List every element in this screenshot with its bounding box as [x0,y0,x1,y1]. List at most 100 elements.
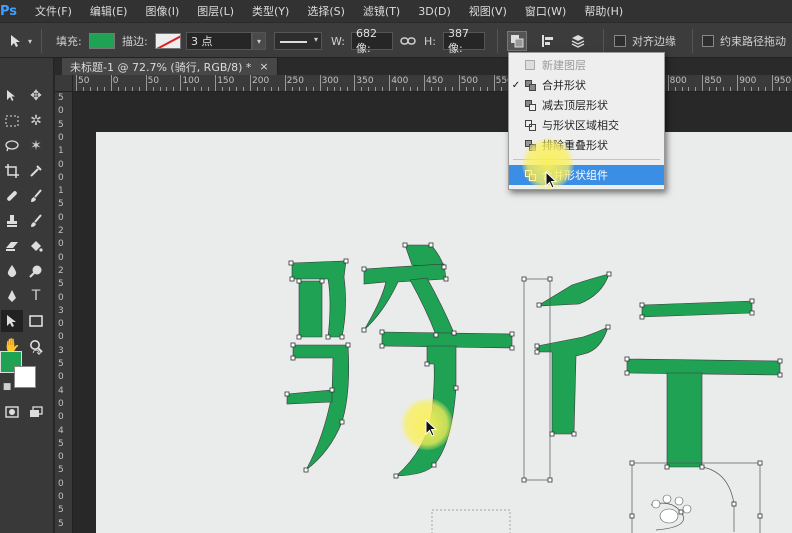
menu-view[interactable]: 视图(V) [460,3,516,19]
ruler-tick [479,87,481,91]
menu-layer[interactable]: 图层(L) [188,3,243,19]
constrain-path-checkbox[interactable] [702,35,714,47]
ruler-label: 350 [356,76,374,86]
stroke-type-picker[interactable]: ▾ [274,32,322,50]
move-arrows-icon[interactable]: ✥ [25,85,47,107]
ruler-tick [110,75,112,91]
ruler-label: 0 [58,478,64,489]
tool-preset-picker[interactable]: ▾ [6,23,32,59]
clone-stamp-icon[interactable] [1,210,23,232]
menu-3d[interactable]: 3D(D) [409,5,460,18]
path-selection-tool-icon[interactable] [1,310,23,332]
path-alignment-icon[interactable] [538,31,558,51]
screen-mode-icon[interactable] [25,401,47,423]
menu-image[interactable]: 图像(I) [136,3,188,19]
brush-tool-icon[interactable] [25,185,47,207]
move-tool-icon[interactable] [1,85,23,107]
close-tab-icon[interactable]: × [259,60,268,73]
paint-bucket-icon[interactable] [25,235,47,257]
height-field[interactable]: 387 像: [443,27,485,55]
ruler-tick [389,75,391,91]
ruler-tick [354,75,356,91]
menu-item-label: 新建图层 [542,59,586,72]
artwork-layer[interactable]: 骑 [96,132,792,533]
path-arrangement-icon[interactable] [568,31,588,51]
ruler-label: 0 [58,319,64,330]
ruler-label: 250 [286,76,304,86]
menu-window[interactable]: 窗口(W) [516,3,575,19]
ruler-label: 5 [58,518,64,529]
quick-mask-icon[interactable] [1,401,23,423]
ruler-tick [284,75,286,91]
default-colors-icon[interactable]: ■ [0,380,14,394]
ruler-tick [215,75,217,91]
ruler-label: 5 [58,93,64,103]
width-field[interactable]: 682 像: [351,27,393,55]
vertical-ruler[interactable]: 5 0 5 0 1 0 0 1 5 0 2 0 0 2 5 0 3 0 0 3 5 0 4 0 0 4 5 0 5 0 0 5 5 [55,92,73,533]
merge-shapes-icon [525,79,537,91]
ruler-tick [256,87,258,91]
ruler-tick [403,87,405,91]
stroke-width-field[interactable]: 3 点 [186,32,252,50]
path-operations-icon[interactable] [507,31,527,51]
menu-filter[interactable]: 滤镜(T) [354,3,409,19]
ruler-tick [486,87,488,91]
ruler-label: 850 [704,76,722,86]
blur-tool-icon[interactable] [1,260,23,282]
xing-mid-bar [626,358,781,376]
ruler-tick [702,75,704,91]
magic-wand-icon[interactable]: ✲ [25,110,47,132]
stroke-width-dropdown[interactable]: ▾ [252,32,266,50]
width-label: W: [331,34,345,48]
horizontal-ruler[interactable]: 5005010015020025030035040045050055060065… [73,75,792,92]
healing-brush-icon[interactable] [1,185,23,207]
ruler-origin[interactable] [55,75,73,92]
crop-tool-icon[interactable] [1,160,23,182]
stroke-swatch[interactable] [155,33,181,49]
swap-colors-icon[interactable]: ↷ [30,346,44,360]
menu-select[interactable]: 选择(S) [298,3,354,19]
ruler-tick [730,87,732,91]
menu-item-new-layer[interactable]: 新建图层 [509,55,664,75]
ruler-label: 0 [58,492,64,502]
shape-group-xing[interactable] [536,273,781,468]
dodge-tool-icon[interactable] [25,260,47,282]
document-tab[interactable]: 未标题-1 @ 72.7% (骑行, RGB/8) * × [62,58,278,75]
eyedropper-tool-icon[interactable] [25,160,47,182]
anchor-points[interactable] [284,242,783,519]
ruler-label: 500 [460,76,478,86]
options-bar: ▾ 填充: 描边: 3 点 ▾ ▾ W: 682 像: H: 387 像: 对齐… [0,22,792,58]
menu-item-intersect[interactable]: 与形状区域相交 [509,115,664,135]
fill-swatch[interactable] [89,33,115,49]
lasso-tool-icon[interactable] [1,135,23,157]
menu-help[interactable]: 帮助(H) [575,3,632,19]
marquee-tool-icon[interactable] [1,110,23,132]
quick-select-icon[interactable]: ✶ [25,135,47,157]
ruler-tick [201,87,203,91]
history-brush-icon[interactable] [25,210,47,232]
menu-edit[interactable]: 编辑(E) [81,3,137,19]
ruler-tick [180,75,182,91]
ruler-tick [291,87,293,91]
menu-item-merge-shapes[interactable]: ✓ 合并形状 [509,75,664,95]
ruler-label: 0 [58,452,64,463]
canvas-pasteboard[interactable]: 骑 [73,92,792,533]
ruler-tick [103,87,105,91]
background-color-swatch[interactable] [14,366,36,388]
rectangle-tool-icon[interactable] [25,310,47,332]
ruler-label: 450 [426,76,444,86]
align-edges-checkbox[interactable] [614,35,626,47]
eraser-tool-icon[interactable] [1,235,23,257]
menu-item-subtract-front[interactable]: 减去顶层形状 [509,95,664,115]
qi-horse-left [298,280,323,338]
ruler-label: 4 [58,385,64,396]
ruler-label: 950 [774,76,792,86]
menu-type[interactable]: 类型(Y) [243,3,298,19]
ruler-tick [361,87,363,91]
ruler-tick [319,75,321,91]
link-icon[interactable] [398,31,418,51]
document-canvas[interactable]: 骑 [96,132,792,533]
menu-file[interactable]: 文件(F) [26,3,81,19]
type-tool-icon[interactable]: T [25,285,47,307]
pen-tool-icon[interactable] [1,285,23,307]
